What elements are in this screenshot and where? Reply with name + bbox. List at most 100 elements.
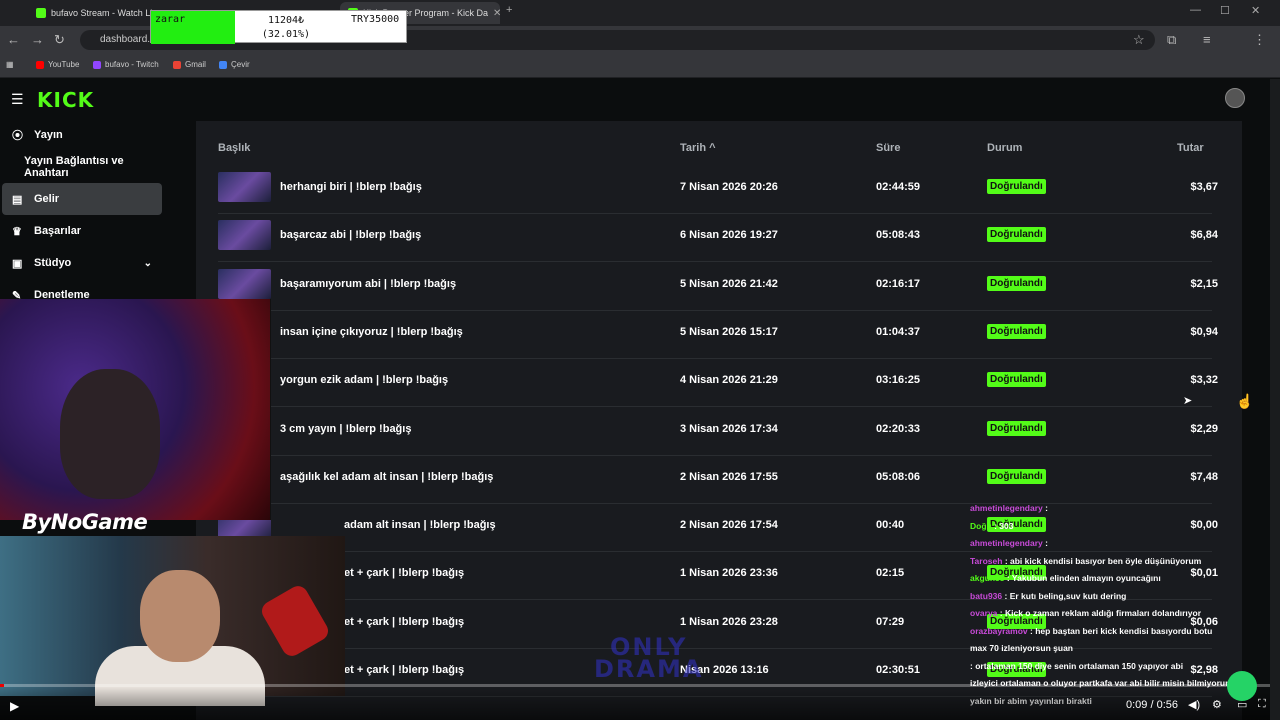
bookmark-translate[interactable]: Çevir [219, 60, 250, 69]
row-duration: 05:08:06 [876, 470, 921, 483]
sidebar-item-basarilar[interactable]: ♛ Başarılar [2, 215, 162, 247]
chat-message: batu936 : Er kutı beling,suv kutı dering [970, 588, 1240, 606]
row-title: 3 cm yayın | !blerp !bağış [280, 422, 412, 435]
twitch-icon [93, 60, 101, 69]
stream-thumbnail [218, 172, 271, 202]
status-badge: Doğrulandı [987, 179, 1046, 194]
bookmark-star-icon[interactable]: ☆ [1133, 32, 1145, 48]
row-duration: 01:04:37 [876, 325, 921, 338]
chat-message: orazbayramov : hep baştan beri kick kend… [970, 623, 1240, 641]
menu-dots-icon[interactable]: ⋮ [1253, 32, 1266, 48]
chat-username: ovarya [970, 608, 998, 618]
row-duration: 02:30:51 [876, 664, 921, 676]
chat-text: : hep baştan beri kick kendisi basıyordu… [1030, 625, 1213, 636]
column-header-status[interactable]: Durum [987, 142, 1022, 154]
webcam-streamer [0, 299, 271, 520]
sidebar-item-yayin[interactable]: ⦿ Yayın [2, 119, 162, 151]
table-row[interactable]: başaramıyorum abi | !blerp !bağış 5 Nisan… [218, 263, 1218, 311]
bookmark-gmail[interactable]: Gmail [173, 60, 206, 69]
microphone-icon [258, 582, 332, 660]
trophy-icon: ♛ [12, 225, 22, 238]
page-scrollbar[interactable] [1270, 79, 1280, 720]
app-header: ☰ KICK [0, 79, 1270, 121]
maximize-icon[interactable]: ☐ [1220, 4, 1230, 17]
chat-message: : ortalaman 150 diye senin ortalaman 150… [970, 658, 1240, 676]
bookmark-label: Gmail [185, 60, 206, 69]
table-row[interactable]: 3 cm yayın | !blerp !bağış 3 Nisan 2026 1… [218, 408, 1218, 456]
column-header-title[interactable]: Başlık [218, 142, 250, 154]
chevron-down-icon: ⌄ [143, 257, 152, 269]
row-amount: $2,29 [1190, 422, 1218, 435]
row-title: başarcaz abi | !blerp !bağış [280, 229, 422, 242]
chat-username: orazbayramov [970, 625, 1028, 636]
guest-head [140, 570, 220, 662]
chat-text: : ortalaman 150 diye senin ortalaman 150… [970, 660, 1184, 671]
close-tab-icon[interactable]: ✕ [493, 8, 500, 19]
reload-icon[interactable]: ↻ [54, 32, 65, 48]
broadcast-icon: ⦿ [12, 130, 23, 142]
watermark-logo: ONLY DRAMA [594, 633, 704, 683]
arrow-cursor-icon: ➤ [1183, 395, 1193, 407]
studio-icon: ▣ [12, 257, 23, 270]
column-header-duration[interactable]: Süre [876, 142, 900, 154]
loss-target: TRY35000 [351, 14, 400, 25]
chat-username: akgun55 [970, 573, 1005, 583]
hand-cursor-icon: ☝ [1236, 393, 1254, 409]
column-header-amount[interactable]: Tutar [1177, 142, 1204, 154]
row-duration: 03:16:25 [876, 374, 921, 387]
row-duration: 07:29 [876, 615, 905, 628]
row-title: adam alt insan | !blerp !bağış [344, 519, 496, 532]
column-header-date[interactable]: Tarih ^ [680, 142, 716, 154]
stream-thumbnail [218, 220, 271, 251]
row-title: insan içine çıkıyoruz | !blerp !bağış [280, 325, 463, 338]
webcam-guest [0, 536, 345, 706]
table-row[interactable]: yorgun ezik adam | !blerp !bağış 4 Nisan … [218, 359, 1218, 408]
sidebar-item-gelir[interactable]: ▤ Gelir [2, 183, 162, 215]
bookmark-youtube[interactable]: YouTube [36, 60, 79, 69]
user-avatar[interactable] [1225, 88, 1245, 108]
chat-message: akgun55 : Yakubun elinden almayın oyunca… [970, 570, 1240, 588]
kick-logo[interactable]: KICK [37, 88, 94, 112]
table-row[interactable]: herhangi biri | !blerp !bağış 7 Nisan 202… [218, 166, 1218, 214]
settings-gear-icon[interactable]: ⚙ [1212, 698, 1222, 711]
back-icon[interactable]: ← [7, 32, 20, 47]
apps-grid-icon[interactable]: ▦ [6, 60, 14, 69]
table-row[interactable]: insan içine çıkıyoruz | !blerp !bağış 5 N… [218, 311, 1218, 359]
bookmark-twitch[interactable]: bufavo - Twitch [93, 60, 159, 69]
table-row[interactable]: başarcaz abi | !blerp !bağış 6 Nisan 2026… [218, 214, 1218, 263]
row-date: 2 Nisan 2026 17:55 [680, 470, 778, 483]
volume-icon[interactable]: ◀) [1188, 698, 1200, 711]
row-amount: $2,15 [1190, 277, 1218, 290]
new-tab-icon[interactable]: + [506, 4, 512, 16]
sidebar-item-label: Gelir [34, 193, 60, 205]
minimize-icon[interactable]: — [1190, 4, 1201, 16]
fullscreen-icon[interactable]: ⛶ [1258, 698, 1266, 711]
row-duration: 02:16:17 [876, 277, 921, 290]
bookmark-label: YouTube [48, 60, 80, 69]
loss-label-box: zarar [151, 11, 235, 44]
row-duration: 02:20:33 [876, 422, 921, 435]
close-window-icon[interactable]: ✕ [1251, 4, 1260, 17]
row-date: 1 Nisan 2026 23:28 [680, 615, 778, 628]
bookmarks-bar: ▦ YouTube bufavo - Twitch Gmail Çevir [0, 54, 1280, 78]
row-title: et + çark | !blerp !bağış [344, 615, 465, 628]
translate-icon [219, 60, 227, 69]
chat-message: max 70 izleniyorsun şuan [970, 640, 1240, 658]
chat-text: : Er kutı beling,suv kutı dering [1004, 590, 1127, 601]
bookmark-label: bufavo - Twitch [105, 60, 159, 69]
forward-icon[interactable]: → [31, 32, 44, 47]
sidebar-item-studyo[interactable]: ▣ Stüdyo ⌄ [2, 247, 162, 279]
chat-message: ahmetinlegendary : [970, 535, 1240, 553]
play-icon[interactable]: ▶ [10, 699, 19, 713]
hamburger-menu-icon[interactable]: ☰ [11, 91, 24, 108]
media-icon[interactable]: ≡ [1203, 32, 1211, 47]
chart-icon: ▤ [12, 193, 23, 206]
loss-percent: (32.01%) [261, 29, 311, 40]
extensions-icon[interactable]: ⧉ [1167, 32, 1176, 48]
sidebar-item-stream-key[interactable]: Yayın Bağlantısı ve Anahtarı [2, 151, 162, 183]
row-date: 7 Nisan 2026 20:26 [680, 181, 778, 193]
table-row[interactable]: aşağılık kel adam alt insan | !blerp !ba… [218, 456, 1218, 504]
gmail-icon [173, 60, 181, 69]
status-badge: Doğrulandı [987, 468, 1046, 484]
sidebar-item-label: Stüdyo [34, 257, 72, 269]
